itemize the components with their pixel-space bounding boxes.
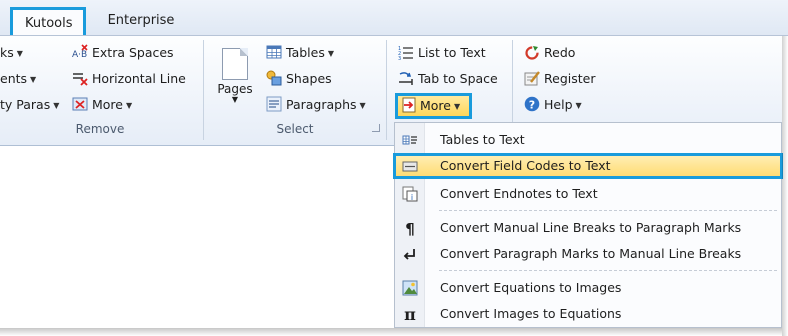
menu-item-tables-to-text[interactable]: Tables to Text <box>395 127 781 153</box>
menu-item-label: Convert Equations to Images <box>440 280 622 295</box>
dropdown-caret-icon: ▼ <box>454 102 461 111</box>
field-code-icon <box>402 161 418 172</box>
paragraphs-icon <box>266 96 282 112</box>
group-separator <box>386 40 387 140</box>
convert-more-button[interactable]: More ▼ <box>395 93 472 119</box>
menu-item-paragraph-to-manual-breaks[interactable]: Convert Paragraph Marks to Manual Line B… <box>395 241 781 267</box>
svg-text:π: π <box>404 306 416 322</box>
menu-item-label: Convert Images to Equations <box>440 306 622 321</box>
svg-text:i: i <box>411 193 413 202</box>
list-to-text-button[interactable]: 1 2 3 List to Text <box>398 42 486 64</box>
remove-more-label: More <box>92 97 123 112</box>
redo-button[interactable]: Redo <box>524 42 575 64</box>
window-shadow <box>0 328 782 336</box>
window-shadow <box>782 36 788 336</box>
menu-separator <box>439 270 777 271</box>
dropdown-caret-icon: ▼ <box>30 75 37 84</box>
table-to-text-icon <box>402 135 417 145</box>
select-shapes-button[interactable]: Shapes <box>266 68 332 90</box>
page-icon <box>222 48 248 80</box>
menu-item-label: Convert Field Codes to Text <box>440 158 611 173</box>
table-icon <box>266 45 282 59</box>
select-tables-button[interactable]: Tables ▼ <box>266 42 334 64</box>
menu-item-manual-breaks-to-paragraph[interactable]: ¶ Convert Manual Line Breaks to Paragrap… <box>395 215 781 241</box>
menu-item-convert-endnotes[interactable]: i Convert Endnotes to Text <box>395 181 781 207</box>
help-icon: ? <box>524 96 540 112</box>
list-icon: 1 2 3 <box>398 46 413 60</box>
dropdown-caret-icon: ▼ <box>327 49 334 58</box>
dropdown-caret-icon: ▼ <box>231 95 239 104</box>
tab-enterprise[interactable]: Enterprise <box>95 7 187 36</box>
extra-spaces-button[interactable]: A·B Extra Spaces <box>72 42 174 64</box>
ribbon-item-label: ks <box>0 45 14 60</box>
more-remove-icon <box>72 97 88 111</box>
remove-more-button[interactable]: More ▼ <box>72 94 132 116</box>
image-icon <box>402 280 418 296</box>
tab-to-space-icon <box>399 72 413 85</box>
pi-icon: π <box>404 306 416 322</box>
convert-more-label: More <box>420 98 451 113</box>
menu-item-label: Convert Paragraph Marks to Manual Line B… <box>440 246 742 261</box>
svg-text:?: ? <box>529 99 535 112</box>
select-paragraphs-label: Paragraphs <box>286 97 357 112</box>
svg-text:¶: ¶ <box>405 220 415 236</box>
menu-item-label: Convert Endnotes to Text <box>440 186 598 201</box>
menu-item-label: Convert Manual Line Breaks to Paragraph … <box>440 220 742 235</box>
menu-separator <box>439 210 777 211</box>
menu-item-images-to-equations[interactable]: π Convert Images to Equations <box>395 301 781 327</box>
ribbon-item-breaks[interactable]: ks ▼ <box>0 42 23 64</box>
extra-spaces-icon: A·B <box>72 44 88 60</box>
pages-label: Pages <box>217 82 253 96</box>
dialog-launcher-icon[interactable] <box>372 124 380 132</box>
menu-item-equations-to-images[interactable]: Convert Equations to Images <box>395 275 781 301</box>
help-label: Help <box>544 97 573 112</box>
redo-label: Redo <box>544 45 576 60</box>
group-separator <box>203 40 204 140</box>
pilcrow-icon: ¶ <box>405 220 415 236</box>
svg-text:A·B: A·B <box>72 50 87 60</box>
line-break-icon <box>403 249 415 260</box>
menu-item-convert-field-codes[interactable]: Convert Field Codes to Text <box>393 153 783 179</box>
dropdown-caret-icon: ▼ <box>126 101 133 110</box>
select-tables-label: Tables <box>286 45 325 60</box>
list-to-text-label: List to Text <box>418 45 486 60</box>
tab-to-space-label: Tab to Space <box>418 71 498 86</box>
horizontal-line-button[interactable]: Horizontal Line <box>72 68 186 90</box>
remove-group-label: Remove <box>75 122 125 136</box>
ribbon-item-label: ty Paras <box>0 97 51 112</box>
ribbon-tab-bar: Kutools Enterprise <box>0 0 788 36</box>
ribbon-item-empty-paras[interactable]: ty Paras ▼ <box>0 94 59 116</box>
dropdown-caret-icon: ▼ <box>359 101 366 110</box>
dropdown-caret-icon: ▼ <box>575 101 582 110</box>
register-label: Register <box>544 71 596 86</box>
convert-more-icon <box>402 97 416 113</box>
ribbon-item-comments[interactable]: ents ▼ <box>0 68 36 90</box>
tab-kutools[interactable]: Kutools <box>10 7 86 36</box>
select-shapes-label: Shapes <box>286 71 332 86</box>
horizontal-line-icon <box>73 73 88 86</box>
register-icon <box>524 71 540 86</box>
endnote-icon: i <box>402 186 418 202</box>
select-paragraphs-button[interactable]: Paragraphs ▼ <box>266 94 366 116</box>
dropdown-caret-icon: ▼ <box>16 49 23 58</box>
dropdown-caret-icon: ▼ <box>53 101 60 110</box>
shapes-icon <box>266 70 282 86</box>
menu-item-label: Tables to Text <box>440 132 525 147</box>
svg-text:3: 3 <box>398 56 401 60</box>
more-dropdown-menu: Tables to Text Convert Field Codes to Te… <box>393 122 783 328</box>
horizontal-line-label: Horizontal Line <box>92 71 186 86</box>
extra-spaces-label: Extra Spaces <box>92 45 174 60</box>
redo-icon <box>525 46 539 60</box>
help-button[interactable]: ? Help ▼ <box>524 94 582 116</box>
tab-to-space-button[interactable]: Tab to Space <box>398 68 498 90</box>
register-button[interactable]: Register <box>524 68 595 90</box>
select-group-label: Select <box>276 122 314 136</box>
ribbon-item-label: ents <box>0 71 28 86</box>
pages-button[interactable]: Pages ▼ <box>216 46 254 116</box>
